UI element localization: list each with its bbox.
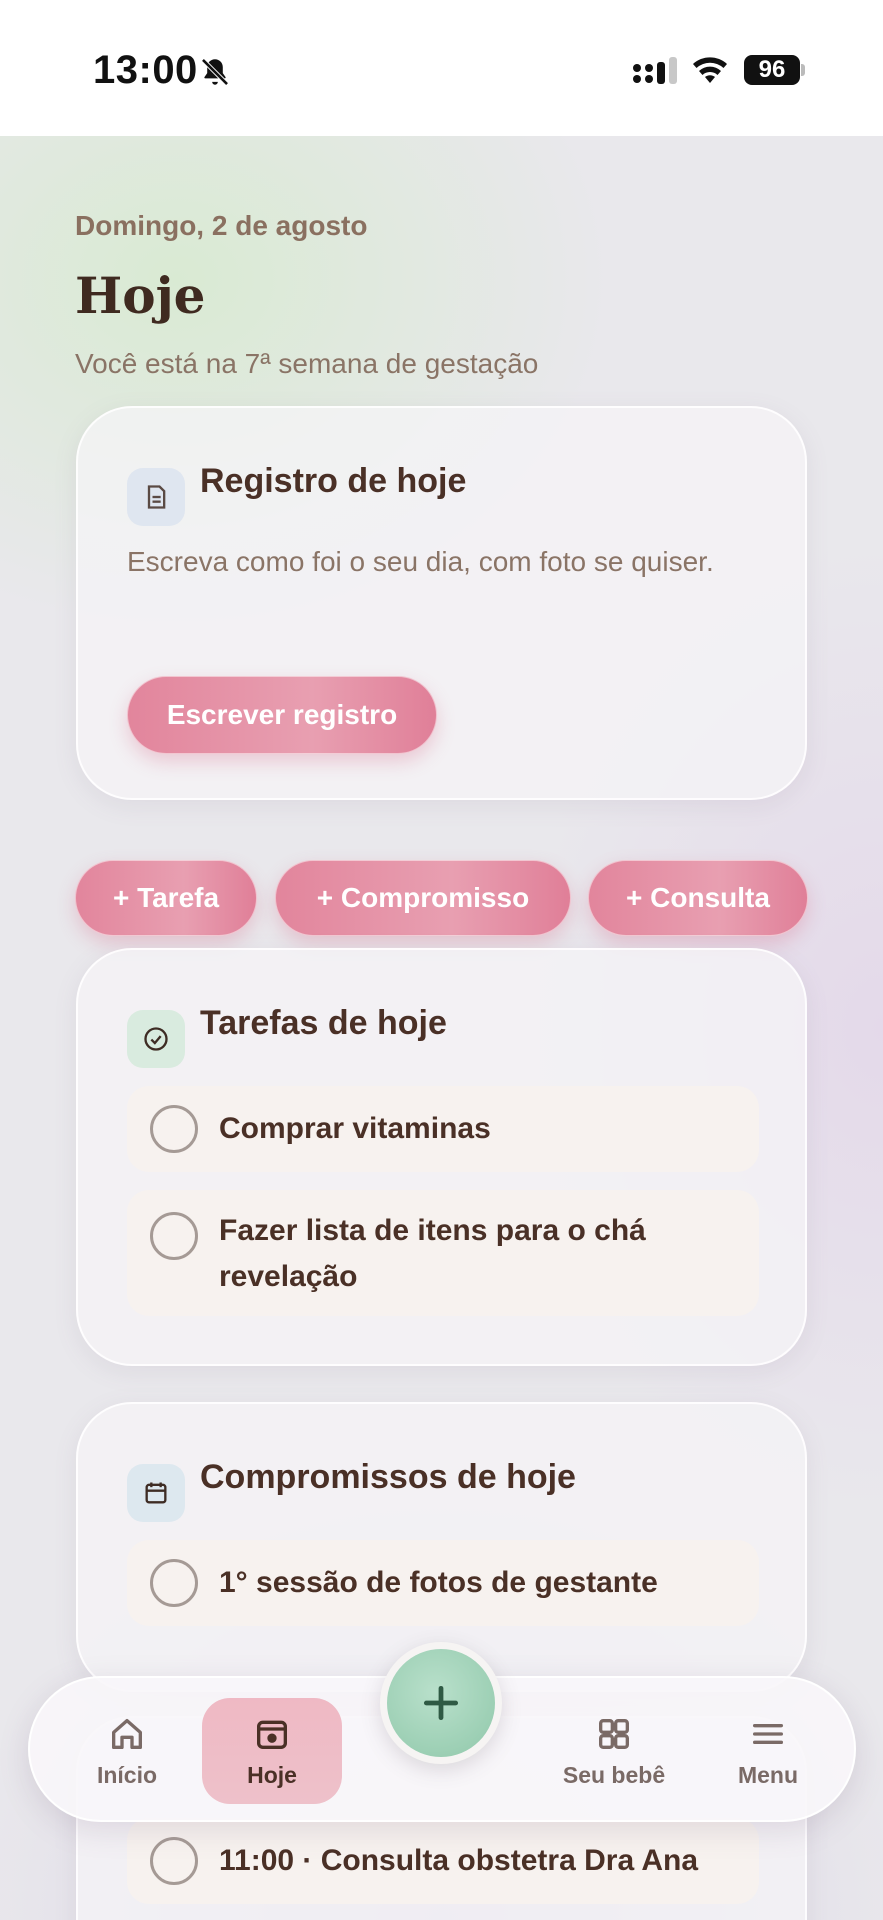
signal-icon — [633, 57, 677, 84]
nav-menu[interactable]: Menu — [698, 1698, 838, 1804]
add-appointment-button[interactable]: + Compromisso — [275, 860, 571, 936]
plus-icon — [423, 1685, 459, 1721]
battery-icon: 96 — [744, 55, 800, 85]
appointments-card-title: Compromissos de hoje — [200, 1458, 576, 1496]
status-time: 13:00 — [93, 48, 198, 92]
task-item[interactable]: Fazer lista de itens para o chá revelaçã… — [127, 1190, 759, 1316]
consultation-checkbox[interactable] — [150, 1837, 198, 1885]
grid-icon — [599, 1718, 629, 1749]
nav-label: Hoje — [247, 1761, 297, 1788]
check-circle-icon — [127, 1010, 185, 1068]
journal-card: Registro de hoje Escreva como foi o seu … — [76, 406, 807, 800]
nav-inicio[interactable]: Início — [57, 1698, 197, 1804]
task-checkbox[interactable] — [150, 1212, 198, 1260]
nav-hoje[interactable]: Hoje — [202, 1698, 342, 1804]
task-item[interactable]: Comprar vitaminas — [127, 1086, 759, 1172]
document-icon — [127, 468, 185, 526]
calendar-icon — [127, 1464, 185, 1522]
consultation-text: 11:00 · Consulta obstetra Dra Ana — [219, 1844, 699, 1877]
journal-card-description: Escreva como foi o seu dia, com foto se … — [127, 546, 714, 577]
tasks-card-title: Tarefas de hoje — [200, 1004, 447, 1042]
nav-label: Seu bebê — [562, 1761, 666, 1788]
nav-seu-bebe[interactable]: Seu bebê — [544, 1698, 684, 1804]
battery-tip — [801, 64, 805, 76]
nav-label: Menu — [737, 1761, 799, 1788]
add-fab-button[interactable] — [380, 1642, 502, 1764]
task-text: Comprar vitaminas — [219, 1112, 491, 1145]
add-consultation-button[interactable]: + Consulta — [588, 860, 808, 936]
pregnancy-week-label: Você está na 7ª semana de gestação — [75, 348, 539, 379]
wifi-icon — [693, 57, 727, 83]
home-icon — [112, 1718, 142, 1749]
task-checkbox[interactable] — [150, 1105, 198, 1153]
today-icon — [257, 1720, 287, 1749]
page-title: Hoje — [75, 266, 206, 325]
nav-label: Início — [96, 1761, 158, 1788]
bell-slash-icon — [201, 58, 229, 86]
journal-card-title: Registro de hoje — [200, 462, 467, 500]
tasks-card: Tarefas de hoje Comprar vitaminas Fazer … — [76, 948, 807, 1366]
appointment-text: 1° sessão de fotos de gestante — [219, 1566, 658, 1599]
date-label: Domingo, 2 de agosto — [75, 210, 368, 241]
write-entry-button[interactable]: Escrever registro — [127, 676, 437, 754]
appointment-item[interactable]: 1° sessão de fotos de gestante — [127, 1540, 759, 1626]
status-bar: 13:00 96 — [0, 0, 883, 136]
add-task-button[interactable]: + Tarefa — [75, 860, 257, 936]
fab-inner — [387, 1649, 495, 1757]
consultation-item[interactable]: 11:00 · Consulta obstetra Dra Ana — [127, 1818, 759, 1904]
task-text: Fazer lista de itens para o chá revelaçã… — [219, 1214, 646, 1293]
appointment-checkbox[interactable] — [150, 1559, 198, 1607]
menu-icon — [753, 1723, 783, 1744]
